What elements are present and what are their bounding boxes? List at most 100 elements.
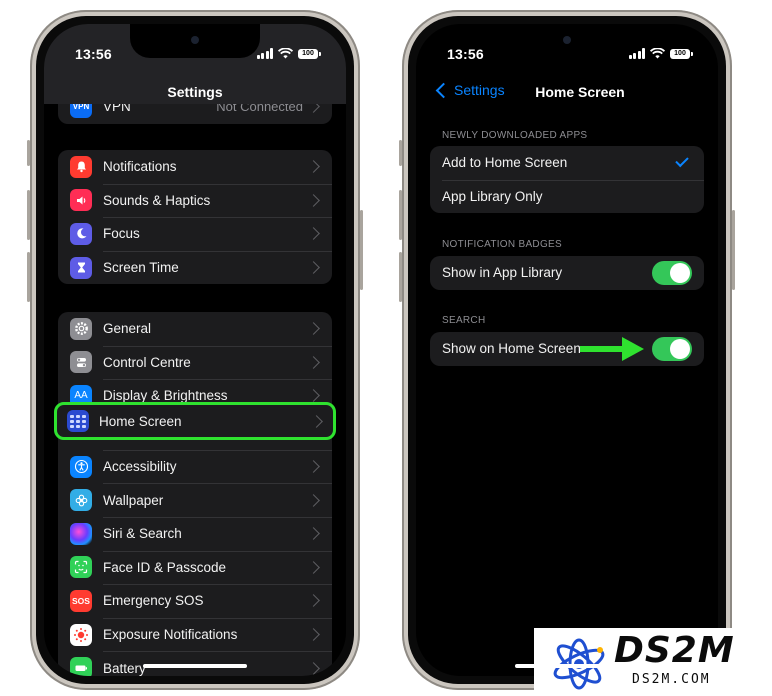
face-id-icon [70, 556, 92, 579]
siri-icon [70, 522, 92, 545]
toggles-icon [70, 351, 92, 374]
chevron-right-icon [307, 460, 320, 473]
screen-home-screen-settings: 13:56 100 Settings Home Screen NEWLY DOW… [416, 24, 718, 676]
general-group: General Control Centre AA Display & Brig… [58, 312, 332, 676]
settings-row-control-centre[interactable]: Control Centre [58, 345, 332, 380]
back-button[interactable]: Settings [435, 82, 505, 98]
row-show-in-app-library: Show in App Library [430, 256, 704, 290]
show-on-home-screen-toggle[interactable] [652, 336, 692, 361]
status-time: 13:56 [75, 46, 112, 62]
settings-row-general[interactable]: General [58, 312, 332, 346]
mute-switch [27, 140, 30, 166]
bell-icon [70, 155, 92, 178]
home-indicator [143, 664, 247, 668]
row-label: Focus [103, 226, 140, 242]
settings-row-siri-search[interactable]: Siri & Search [58, 516, 332, 551]
volume-up-button [399, 190, 402, 240]
green-arrow-icon [580, 337, 644, 361]
section-header: SEARCH [442, 315, 486, 326]
battery-icon [70, 657, 92, 676]
battery-icon: 100 [298, 48, 321, 59]
chevron-right-icon [307, 661, 320, 675]
chevron-right-icon [307, 194, 320, 207]
settings-row-sounds-haptics[interactable]: Sounds & Haptics [58, 183, 332, 218]
row-label: Notifications [103, 159, 177, 175]
battery-icon: 100 [670, 48, 693, 59]
gear-icon [70, 317, 92, 340]
row-label: Sounds & Haptics [103, 192, 211, 208]
settings-row-home-screen[interactable]: Home Screen [54, 402, 336, 440]
row-label: Exposure Notifications [103, 627, 238, 643]
checkmark-icon [675, 154, 689, 168]
cellular-signal-icon [628, 48, 645, 59]
chevron-right-icon [307, 527, 320, 541]
settings-row-face-id[interactable]: Face ID & Passcode [58, 550, 332, 585]
page-title: Settings [167, 84, 223, 100]
chevron-right-icon [307, 389, 320, 403]
phone-left: 13:56 100 Settings VPN VPN Not Connected [27, 10, 363, 690]
watermark: DS2M DS2M.COM [534, 628, 772, 696]
wifi-icon [650, 48, 665, 59]
show-in-app-library-toggle[interactable] [652, 260, 692, 285]
row-label: Wallpaper [103, 492, 164, 508]
chevron-left-icon [435, 82, 452, 98]
settings-row-screen-time[interactable]: Screen Time [58, 250, 332, 285]
status-icons: 100 [256, 48, 321, 59]
row-show-on-home-screen: Show on Home Screen [430, 332, 704, 366]
row-label: Emergency SOS [103, 593, 204, 609]
settings-row-focus[interactable]: Focus [58, 217, 332, 251]
exposure-icon [70, 623, 92, 646]
row-label: Accessibility [103, 459, 177, 475]
settings-row-notifications[interactable]: Notifications [58, 150, 332, 184]
row-label: General [103, 321, 152, 337]
settings-row-accessibility[interactable]: Accessibility [58, 449, 332, 484]
camera-dot [191, 36, 199, 44]
notification-badges-group: Show in App Library [430, 256, 704, 290]
cellular-signal-icon [256, 48, 273, 59]
row-label: Control Centre [103, 354, 191, 370]
settings-row-wallpaper[interactable]: Wallpaper [58, 483, 332, 517]
volume-down-button [399, 252, 402, 302]
camera-dot [563, 36, 571, 44]
newly-downloaded-group: Add to Home Screen App Library Only [430, 146, 704, 214]
chevron-right-icon [307, 594, 320, 608]
volume-up-button [27, 190, 30, 240]
status-icons: 100 [628, 48, 693, 59]
home-grid-icon [67, 410, 89, 432]
screen-settings: 13:56 100 Settings VPN VPN Not Connected [44, 24, 346, 676]
watermark-title: DS2M [614, 630, 735, 671]
row-label: Home Screen [99, 413, 182, 429]
side-button [360, 210, 363, 290]
side-button [732, 210, 735, 290]
row-label: Screen Time [103, 260, 179, 276]
wifi-icon [278, 48, 293, 59]
status-time: 13:56 [447, 46, 484, 62]
row-label: Battery [103, 660, 146, 676]
sos-icon: SOS [70, 589, 92, 612]
notifications-group: Notifications Sounds & Haptics Focus Scr… [58, 150, 332, 285]
chevron-right-icon [307, 322, 320, 336]
option-add-to-home-screen[interactable]: Add to Home Screen [430, 146, 704, 180]
chevron-right-icon [307, 356, 320, 369]
atom-logo-icon [553, 638, 605, 690]
toggle-knob [670, 338, 690, 359]
settings-row-emergency-sos[interactable]: SOS Emergency SOS [58, 584, 332, 618]
volume-down-button [27, 252, 30, 302]
chevron-right-icon [307, 261, 320, 274]
row-label: Siri & Search [103, 526, 182, 542]
back-label: Settings [454, 82, 505, 98]
watermark-subtitle: DS2M.COM [632, 672, 711, 687]
mute-switch [399, 140, 402, 166]
row-label: App Library Only [442, 188, 543, 204]
hourglass-icon [70, 256, 92, 279]
row-label: Face ID & Passcode [103, 559, 227, 575]
search-group: Show on Home Screen [430, 332, 704, 366]
chevron-right-icon [307, 493, 320, 507]
option-app-library-only[interactable]: App Library Only [430, 179, 704, 214]
section-header: NOTIFICATION BADGES [442, 239, 562, 250]
settings-row-exposure-notifications[interactable]: Exposure Notifications [58, 617, 332, 652]
chevron-right-icon [310, 414, 323, 428]
accessibility-icon [70, 455, 92, 478]
section-header: NEWLY DOWNLOADED APPS [442, 130, 588, 141]
home-indicator [515, 664, 619, 668]
